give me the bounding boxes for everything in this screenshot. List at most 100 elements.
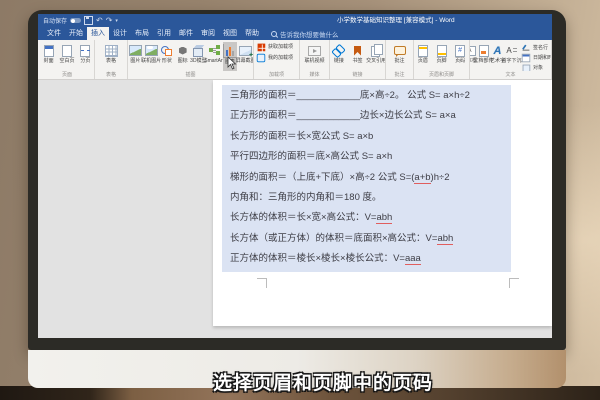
text-run: 长方体的体积＝长×宽×高公式：V= <box>230 212 377 224</box>
screenshot-icon <box>239 44 253 59</box>
text-run: )h÷2 <box>430 171 450 183</box>
table-button[interactable]: 表格 <box>95 42 127 71</box>
date-time-icon <box>522 53 531 62</box>
date-time-button[interactable]: 日期和时间 <box>521 53 551 62</box>
bookmark-icon <box>351 44 364 57</box>
tab-mailings[interactable]: 邮件 <box>175 27 197 40</box>
tab-view[interactable]: 视图 <box>219 27 241 40</box>
page-number-button[interactable]: 页码 <box>451 42 469 71</box>
smartart-icon <box>208 44 221 57</box>
doc-line[interactable]: 长方体的体积＝长×宽×高公式：V=abh <box>222 208 511 228</box>
signature-line-button[interactable]: 签名行 <box>521 43 551 52</box>
tab-design[interactable]: 设计 <box>109 27 131 40</box>
doc-line[interactable]: 梯形的面积＝（上底+下底）×高÷2 公式 S=(a+b)h÷2 <box>222 168 511 188</box>
window-title: 小学数学基础知识整理 [兼容模式] - Word <box>337 17 455 24</box>
button-label: 空白页 <box>59 58 75 64</box>
doc-line[interactable]: 正方体的体积＝棱长×棱长×棱长公式：V=aaa <box>222 249 511 269</box>
text-box-button[interactable]: 文本框 <box>470 42 477 71</box>
online-pictures-icon <box>145 44 158 57</box>
button-label: 形状 <box>161 58 172 64</box>
text-run: 平行四边形的面积＝底×高公式 S= a×h <box>230 151 393 163</box>
selected-text-block: 三角形的面积＝____________底×高÷2。 公式 S= a×h÷2 正方形… <box>222 85 511 272</box>
tab-help[interactable]: 帮助 <box>241 27 263 40</box>
misspelled-run: abh <box>437 232 454 245</box>
redo-icon[interactable]: ↷ <box>106 16 113 25</box>
page-break-button[interactable]: 分页 <box>77 42 94 71</box>
icons-button[interactable]: 图标 <box>175 42 190 71</box>
blank-page-button[interactable]: 空白页 <box>58 42 75 71</box>
header-icon <box>416 44 429 57</box>
header-button[interactable]: 页眉 <box>414 42 432 71</box>
button-label: 图标 <box>177 58 188 64</box>
quick-access-toolbar: 自动保存 ↶ ↷ ▾ <box>43 14 118 27</box>
drop-cap-icon <box>505 44 518 57</box>
tab-layout[interactable]: 布局 <box>131 27 153 40</box>
button-label: 联机视频 <box>304 58 325 64</box>
button-label: 封面 <box>43 58 54 64</box>
group-label: 文本 <box>505 72 516 78</box>
document-page[interactable]: 三角形的面积＝____________底×高÷2。 公式 S= a×h÷2 正方形… <box>213 80 552 326</box>
tab-file[interactable]: 文件 <box>43 27 65 40</box>
group-label: 加载项 <box>268 72 284 78</box>
cover-page-icon <box>42 44 55 57</box>
button-label: 链接 <box>333 58 344 64</box>
drop-cap-button[interactable]: 首字下沉 <box>502 42 522 71</box>
screenshot-button[interactable]: 屏幕截图 <box>236 42 253 71</box>
misspelled-run: a+b <box>414 171 431 184</box>
tab-review[interactable]: 审阅 <box>197 27 219 40</box>
blank-page-icon <box>60 44 73 57</box>
button-label: 表格 <box>105 58 116 64</box>
button-label: 签名行 <box>533 45 549 51</box>
tell-me-search[interactable]: 告诉我你想要做什么 <box>271 27 339 40</box>
comment-icon <box>393 44 406 57</box>
doc-line[interactable]: 长方形的面积＝长×宽公式 S= a×b <box>222 127 511 147</box>
comment-button[interactable]: 批注 <box>386 42 413 71</box>
smartart-button[interactable]: SmartArt <box>204 42 224 71</box>
object-button[interactable]: 对象 <box>521 63 551 71</box>
wordart-button[interactable]: 艺术字 <box>490 42 505 71</box>
wordart-icon <box>491 44 504 57</box>
cover-page-button[interactable]: 封面 <box>40 42 57 71</box>
undo-icon[interactable]: ↶ <box>96 16 103 25</box>
cross-reference-icon <box>370 44 383 57</box>
links-group: 链接 书签 交叉引用 链接 <box>330 40 386 79</box>
monitor-bezel: 自动保存 ↶ ↷ ▾ 小学数学基础知识整理 [兼容模式] - Word 文件 开始… <box>28 10 566 350</box>
doc-line[interactable]: 三角形的面积＝____________底×高÷2。 公式 S= a×h÷2 <box>222 86 511 106</box>
footer-button[interactable]: 页脚 <box>433 42 451 71</box>
autosave-toggle[interactable] <box>70 18 82 23</box>
shapes-button[interactable]: 形状 <box>160 42 175 71</box>
qat-customize-icon[interactable]: ▾ <box>115 18 118 24</box>
online-video-button[interactable]: 联机视频 <box>300 42 329 71</box>
text-box-icon <box>470 44 476 57</box>
3d-model-icon <box>192 44 205 57</box>
tables-group: 表格 表格 <box>95 40 128 79</box>
addins-group-buttons: 获取加载项 我的加载项 <box>254 42 299 71</box>
online-pictures-button[interactable]: 联机图片 <box>141 42 161 71</box>
title-bar: 自动保存 ↶ ↷ ▾ 小学数学基础知识整理 [兼容模式] - Word <box>38 14 552 27</box>
bookmark-button[interactable]: 书签 <box>349 42 367 71</box>
doc-line[interactable]: 长方体（或正方体）的体积＝底面积×高公式：V=abh <box>222 229 511 249</box>
save-icon[interactable] <box>84 16 94 25</box>
tab-insert[interactable]: 插入 <box>87 27 109 40</box>
doc-line[interactable]: 平行四边形的面积＝底×高公式 S= a×h <box>222 147 511 167</box>
get-addins-button[interactable]: 获取加载项 <box>256 42 299 52</box>
link-icon <box>332 44 345 57</box>
misspelled-run: aaa <box>404 253 421 266</box>
pictures-button[interactable]: 图片 <box>128 42 143 71</box>
button-label: 分页 <box>80 58 91 64</box>
text-group-buttons: 文本框文档部件艺术字首字下沉 签名行日期和时间对象 <box>470 42 551 71</box>
quick-parts-icon <box>477 44 490 57</box>
link-button[interactable]: 链接 <box>330 42 348 71</box>
store-icon <box>257 42 267 52</box>
doc-line[interactable]: 内角和：三角形的内角和＝180 度。 <box>222 188 511 208</box>
word-window: 自动保存 ↶ ↷ ▾ 小学数学基础知识整理 [兼容模式] - Word 文件 开始… <box>38 14 552 338</box>
tab-home[interactable]: 开始 <box>65 27 87 40</box>
3d-models-button[interactable]: 3D模型 <box>190 42 206 71</box>
tab-references[interactable]: 引用 <box>153 27 175 40</box>
quick-parts-button[interactable]: 文档部件 <box>474 42 494 71</box>
icons-gallery-icon <box>176 44 189 57</box>
cross-reference-button[interactable]: 交叉引用 <box>366 42 385 71</box>
shapes-icon <box>160 44 173 57</box>
doc-line[interactable]: 正方形的面积＝____________边长×边长公式 S= a×a <box>222 106 511 126</box>
my-addins-button[interactable]: 我的加载项 <box>256 53 299 62</box>
